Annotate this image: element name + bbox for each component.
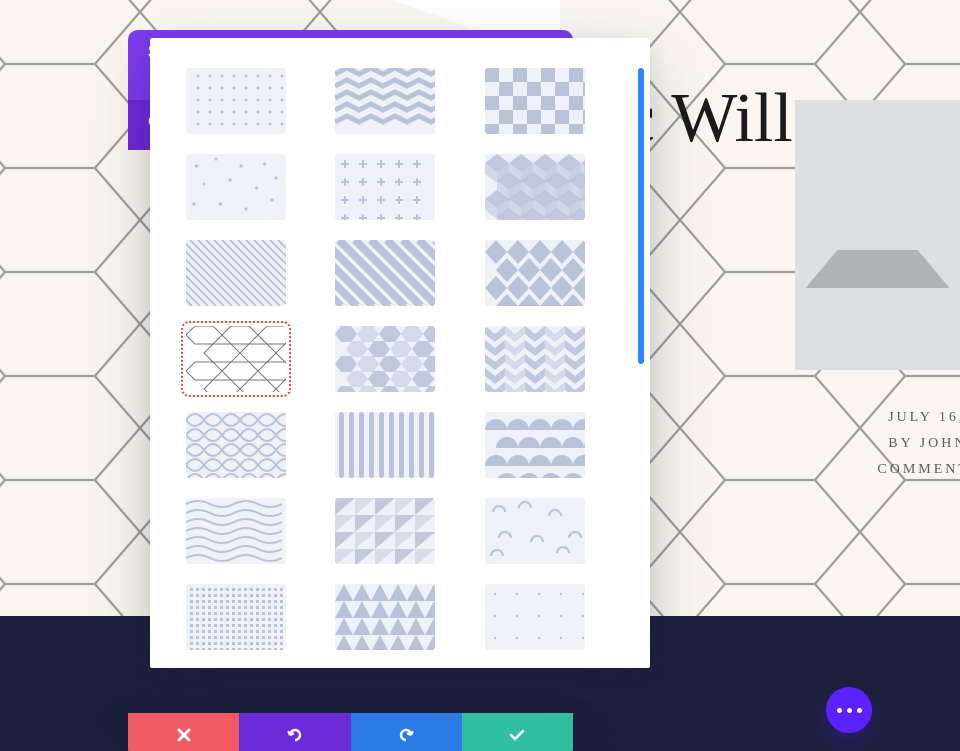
undo-button[interactable] [239,713,350,751]
pattern-swatch-crescents[interactable] [485,498,585,564]
ellipsis-icon [837,708,842,713]
pattern-swatch-confetti[interactable] [186,154,286,220]
pattern-swatch-diagonal-lines-thick[interactable] [335,240,435,306]
pattern-swatch-cubes-3d[interactable] [485,154,585,220]
pattern-picker-scroll [150,38,650,668]
pattern-picker-panel [150,38,650,668]
picker-scrollbar[interactable] [638,68,644,638]
pattern-swatch-sparse-dots[interactable] [485,584,585,650]
pattern-swatch-ogee[interactable] [186,412,286,478]
pattern-swatch-half-tri[interactable] [335,498,435,564]
pattern-swatch-triangles-row[interactable] [335,584,435,650]
modal-footer [128,713,573,751]
pattern-swatch-checkerboard-diag[interactable] [485,68,585,134]
pattern-swatch-plus-grid[interactable] [335,154,435,220]
pattern-swatch-diagonal-lines-thin[interactable] [186,240,286,306]
cancel-button[interactable] [128,713,239,751]
check-icon [508,726,526,744]
pattern-swatch-bars-vertical[interactable] [335,412,435,478]
scrollbar-thumb[interactable] [638,68,644,364]
pattern-swatch-pixel-grid[interactable] [186,584,286,650]
page-fab[interactable] [826,687,872,733]
pattern-swatch-squiggles[interactable] [186,498,286,564]
pattern-swatch-polka-dots-small[interactable] [186,68,286,134]
pattern-swatch-zigzag-horizontal[interactable] [335,68,435,134]
close-icon [176,727,192,743]
redo-button[interactable] [351,713,462,751]
pattern-swatch-hex-tess[interactable] [335,326,435,392]
post-date: JULY 16, 2022 [810,410,960,426]
post-meta: JULY 16, 2022 BY JOHN DOE COMMENTS (12) [810,400,960,488]
redo-icon [396,725,416,745]
sidebar-image-placeholder [795,100,960,370]
pattern-swatch-scallops[interactable] [485,412,585,478]
post-comments-count: COMMENTS (12) [810,462,960,478]
settings-modal: S C [128,30,573,750]
undo-icon [285,725,305,745]
pattern-swatch-chevron-column[interactable] [485,326,585,392]
pattern-grid [186,68,614,650]
pattern-swatch-hex-outline[interactable] [186,326,286,392]
pattern-swatch-diamonds[interactable] [485,240,585,306]
post-byline: BY JOHN DOE [810,436,960,452]
apply-button[interactable] [462,713,573,751]
